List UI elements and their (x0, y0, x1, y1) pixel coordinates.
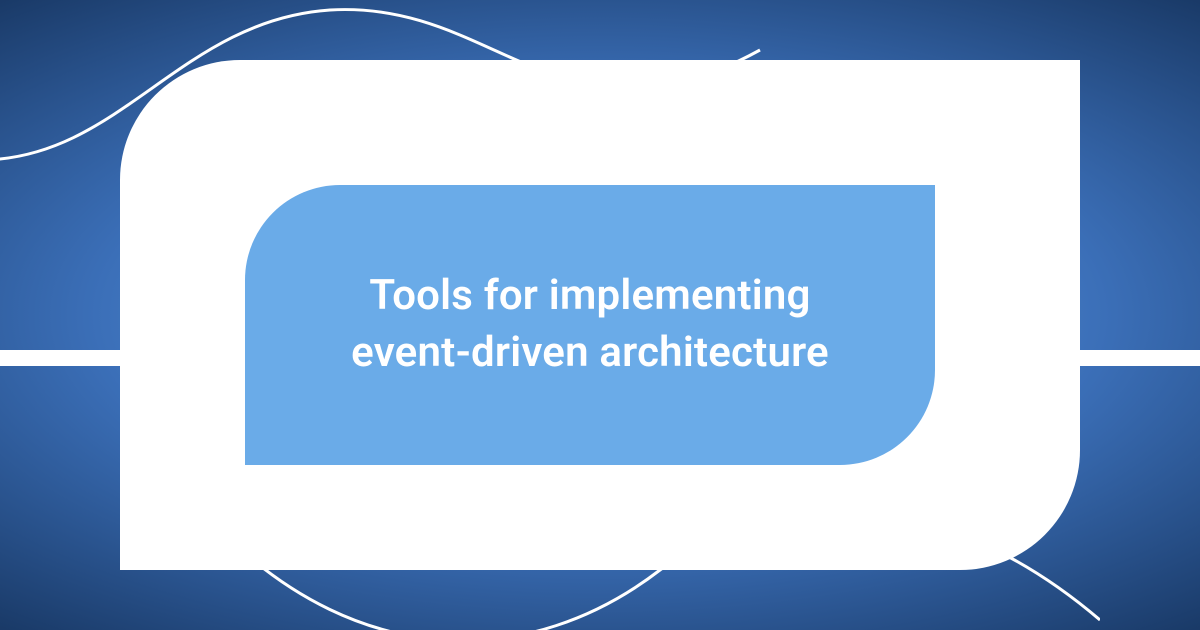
banner-graphic: Tools for implementing event-driven arch… (0, 0, 1200, 630)
title-line-2: event-driven architecture (351, 328, 829, 377)
banner-title: Tools for implementing event-driven arch… (351, 268, 829, 381)
outer-card: Tools for implementing event-driven arch… (120, 60, 1080, 570)
decorative-bar-left (0, 350, 120, 366)
title-line-1: Tools for implementing (369, 271, 810, 320)
inner-card: Tools for implementing event-driven arch… (245, 185, 935, 465)
decorative-bar-right (1080, 350, 1200, 366)
